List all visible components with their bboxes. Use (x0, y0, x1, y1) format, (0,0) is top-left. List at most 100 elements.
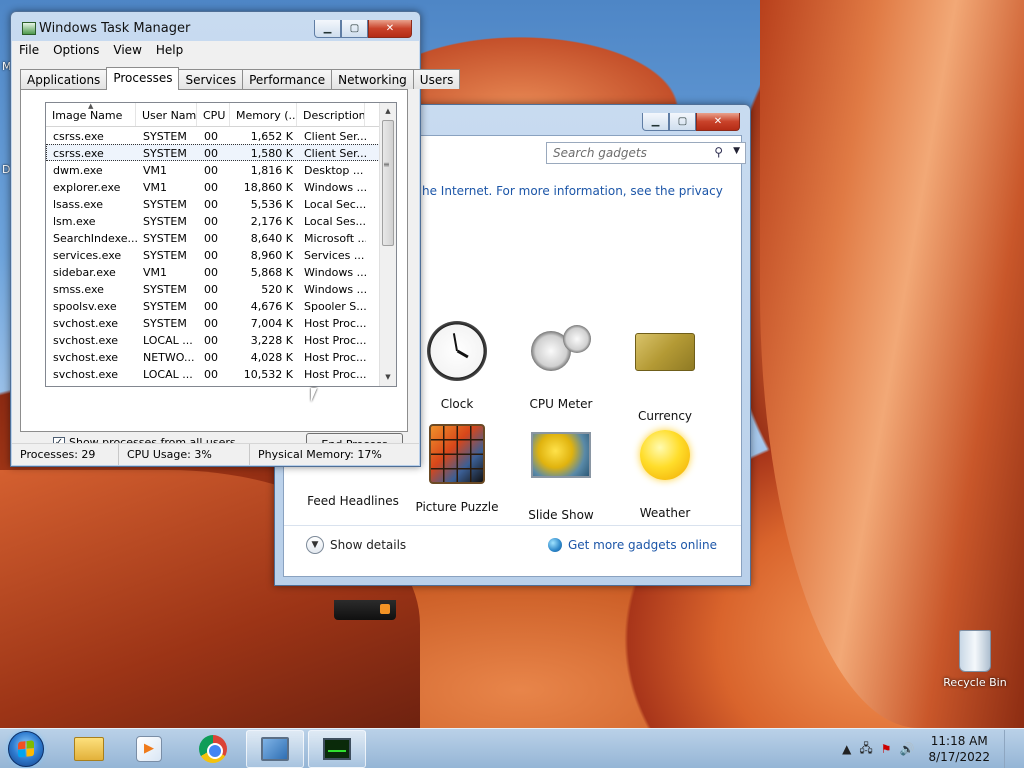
scroll-up-icon[interactable]: ▲ (380, 103, 396, 120)
gadget-weather[interactable]: Weather (610, 424, 720, 520)
taskbar-task-manager[interactable] (308, 730, 366, 768)
cell-desc: Client Ser... (304, 147, 366, 160)
cell-user: VM1 (143, 181, 168, 194)
menu-options[interactable]: Options (46, 41, 106, 61)
table-row[interactable]: svchost.exe LOCAL ... 00 3,228 K Host Proc..… (46, 331, 396, 348)
start-button[interactable] (8, 731, 44, 767)
maximize-button[interactable]: ▢ (669, 113, 696, 131)
cell-cpu: 00 (204, 368, 218, 381)
cell-user: SYSTEM (143, 147, 187, 160)
process-rows: csrss.exe SYSTEM 00 1,652 K Client Ser... csr… (46, 127, 396, 382)
taskbar-explorer[interactable] (60, 730, 118, 768)
cell-mem: 4,028 K (250, 351, 293, 364)
show-details-button[interactable]: ▼ Show details (306, 536, 406, 554)
tab-processes[interactable]: Processes (106, 67, 180, 90)
table-row[interactable]: spoolsv.exe SYSTEM 00 4,676 K Spooler S... (46, 297, 396, 314)
menu-help[interactable]: Help (149, 41, 190, 61)
scroll-down-icon[interactable]: ▼ (380, 369, 396, 386)
feed-headlines-icon[interactable] (334, 600, 396, 620)
table-row[interactable]: SearchIndexe... SYSTEM 00 8,640 K Microsoft … (46, 229, 396, 246)
get-more-gadgets-link[interactable]: Get more gadgets online (547, 538, 717, 552)
chrome-icon (199, 735, 227, 763)
taskbar: ▲ 🖧 ⚑ 🔊 11:18 AM 8/17/2022 (0, 728, 1024, 768)
close-button[interactable]: ✕ (368, 20, 412, 38)
table-row[interactable]: lsm.exe SYSTEM 00 2,176 K Local Ses... (46, 212, 396, 229)
volume-icon[interactable]: 🔊 (900, 742, 915, 756)
cell-user: LOCAL ... (143, 334, 193, 347)
table-row[interactable]: svchost.exe NETWO... 00 4,028 K Host Proc... (46, 348, 396, 365)
cell-cpu: 00 (204, 215, 218, 228)
maximize-button[interactable]: ▢ (341, 20, 368, 38)
table-row[interactable]: csrss.exe SYSTEM 00 1,580 K Client Ser... (46, 144, 396, 161)
grip-icon: ≡ (383, 160, 390, 169)
menu-file[interactable]: File (12, 41, 46, 61)
cell-user: LOCAL ... (143, 368, 193, 381)
picture-puzzle-icon (425, 424, 489, 488)
cell-name: svchost.exe (53, 334, 119, 347)
table-row[interactable]: dwm.exe VM1 00 1,816 K Desktop ... (46, 161, 396, 178)
chevron-down-icon[interactable]: ▼ (733, 146, 740, 156)
tab-applications[interactable]: Applications (20, 69, 108, 89)
table-row[interactable]: sidebar.exe VM1 00 5,868 K Windows ... (46, 263, 396, 280)
cell-user: VM1 (143, 164, 168, 177)
close-button[interactable]: ✕ (696, 113, 740, 131)
clock-time: 11:18 AM (930, 734, 988, 748)
scroll-thumb[interactable] (382, 120, 394, 246)
cell-mem: 4,676 K (250, 300, 293, 313)
cell-user: SYSTEM (143, 317, 187, 330)
minimize-button[interactable]: ▁ (642, 113, 669, 131)
minimize-button[interactable]: ▁ (314, 20, 341, 38)
cell-name: sidebar.exe (53, 266, 116, 279)
action-center-flag-icon[interactable]: ⚑ (881, 742, 892, 756)
taskbar-media-player[interactable] (120, 730, 178, 768)
tab-strip: Applications Processes Services Performa… (20, 67, 461, 90)
search-input[interactable]: Search gadgets ⚲ ▼ (546, 142, 746, 164)
taskbar-gadgets[interactable] (246, 730, 304, 768)
cell-name: csrss.exe (53, 147, 104, 160)
gadget-cpu-meter[interactable]: CPU Meter (506, 321, 616, 411)
column-cpu[interactable]: CPU (197, 103, 230, 126)
vertical-scrollbar[interactable]: ▲ ≡ ▼ (379, 103, 396, 386)
gadget-feed-headlines[interactable]: Feed Headlines (298, 494, 408, 514)
search-icon[interactable]: ⚲ (714, 145, 723, 159)
column-description[interactable]: Description (297, 103, 365, 126)
tab-services[interactable]: Services (178, 69, 244, 89)
gadget-slide-show[interactable]: Slide Show (506, 424, 616, 522)
cell-name: lsm.exe (53, 215, 96, 228)
table-row[interactable]: explorer.exe VM1 00 18,860 K Windows ... (46, 178, 396, 195)
taskbar-clock[interactable]: 11:18 AM 8/17/2022 (922, 733, 996, 765)
tab-users[interactable]: Users (412, 69, 461, 89)
gadget-currency[interactable]: Currency (610, 321, 720, 423)
show-desktop-button[interactable] (1004, 730, 1016, 768)
column-user-name[interactable]: User Name (136, 103, 197, 126)
process-list[interactable]: ▲ Image Name User Name CPU Memory (... D… (45, 102, 397, 387)
cell-mem: 2,176 K (250, 215, 293, 228)
show-hidden-icons-icon[interactable]: ▲ (842, 742, 851, 756)
table-row[interactable]: csrss.exe SYSTEM 00 1,652 K Client Ser... (46, 127, 396, 144)
menu-view[interactable]: View (106, 41, 148, 61)
recycle-bin[interactable]: Recycle Bin (940, 630, 1010, 689)
table-row[interactable]: smss.exe SYSTEM 00 520 K Windows ... (46, 280, 396, 297)
cell-mem: 8,640 K (250, 232, 293, 245)
tab-performance[interactable]: Performance (242, 69, 333, 89)
column-memory[interactable]: Memory (... (230, 103, 297, 126)
table-row[interactable]: svchost.exe SYSTEM 00 7,004 K Host Proc... (46, 314, 396, 331)
tab-networking[interactable]: Networking (331, 69, 414, 89)
recycle-bin-label: Recycle Bin (943, 676, 1007, 689)
cell-cpu: 00 (204, 300, 218, 313)
task-manager-icon (323, 738, 351, 760)
cell-cpu: 00 (204, 334, 218, 347)
gadget-label: Currency (637, 409, 693, 423)
cell-mem: 1,652 K (250, 130, 293, 143)
table-row[interactable]: lsass.exe SYSTEM 00 5,536 K Local Sec... (46, 195, 396, 212)
table-row[interactable]: services.exe SYSTEM 00 8,960 K Services ... (46, 246, 396, 263)
taskbar-chrome[interactable] (184, 730, 242, 768)
info-text[interactable]: he Internet. For more information, see t… (422, 184, 723, 198)
windows-logo-icon (18, 740, 34, 758)
task-manager-app-icon[interactable] (22, 22, 36, 35)
cell-cpu: 00 (204, 164, 218, 177)
table-row[interactable]: svchost.exe LOCAL ... 00 10,532 K Host Proc.… (46, 365, 396, 382)
cell-desc: Client Ser... (304, 130, 366, 143)
cell-name: SearchIndexe... (53, 232, 137, 245)
network-icon[interactable]: 🖧 (859, 739, 872, 760)
